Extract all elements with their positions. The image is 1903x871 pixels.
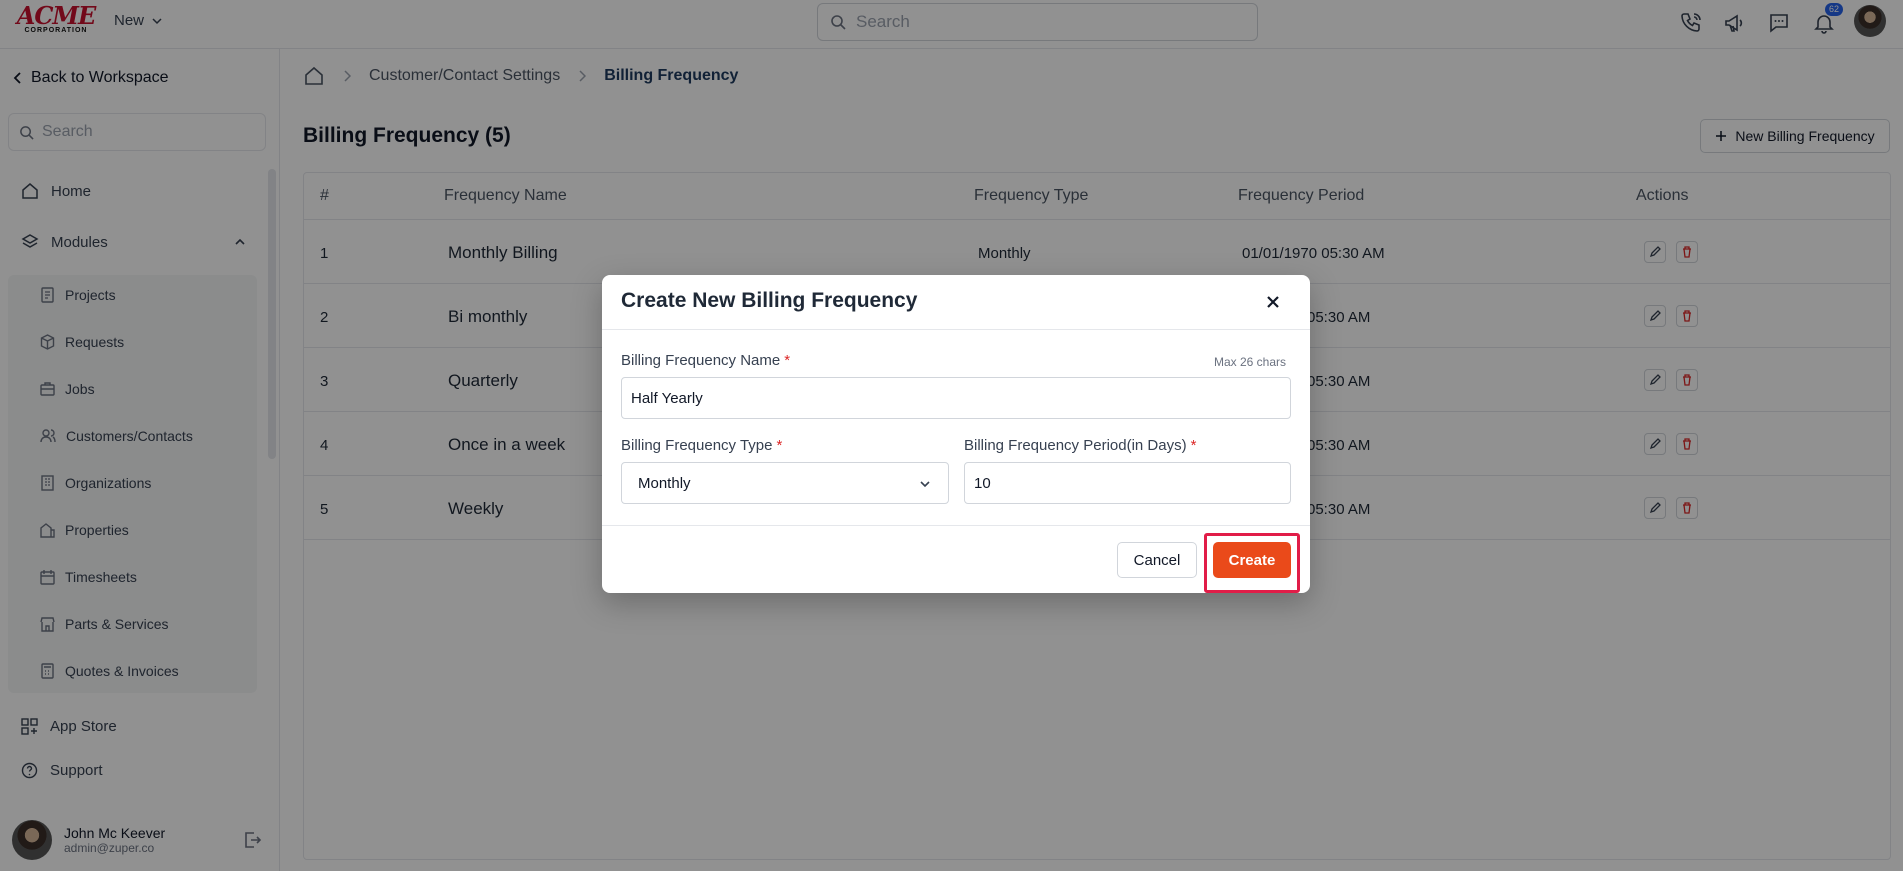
dialog-header: Create New Billing Frequency [602, 275, 1310, 330]
required-mark: * [776, 437, 783, 454]
type-field-label: Billing Frequency Type * [621, 437, 782, 454]
required-mark: * [784, 352, 791, 369]
name-label-text: Billing Frequency Name [621, 352, 781, 369]
dialog-footer-divider [602, 525, 1310, 526]
cancel-button[interactable]: Cancel [1117, 542, 1197, 578]
dialog-title: Create New Billing Frequency [621, 289, 918, 312]
name-field-label: Billing Frequency Name * [621, 352, 790, 369]
create-button-highlight [1204, 533, 1300, 593]
close-button[interactable] [1262, 291, 1284, 313]
type-label-text: Billing Frequency Type [621, 437, 773, 454]
billing-frequency-period-input[interactable]: 10 [964, 462, 1291, 504]
period-label-text: Billing Frequency Period(in Days) [964, 437, 1187, 454]
required-mark: * [1190, 437, 1197, 454]
name-char-limit-hint: Max 26 chars [1214, 355, 1287, 369]
period-input-value: 10 [974, 474, 991, 492]
billing-frequency-type-select[interactable]: Monthly [621, 462, 949, 504]
create-billing-frequency-dialog: Create New Billing Frequency Billing Fre… [602, 275, 1310, 593]
close-icon [1267, 296, 1279, 308]
name-input-value: Half Yearly [631, 389, 703, 407]
chevron-down-icon [920, 481, 930, 488]
billing-frequency-name-input[interactable]: Half Yearly [621, 377, 1291, 419]
type-select-value: Monthly [638, 474, 691, 492]
period-field-label: Billing Frequency Period(in Days) * [964, 437, 1196, 454]
